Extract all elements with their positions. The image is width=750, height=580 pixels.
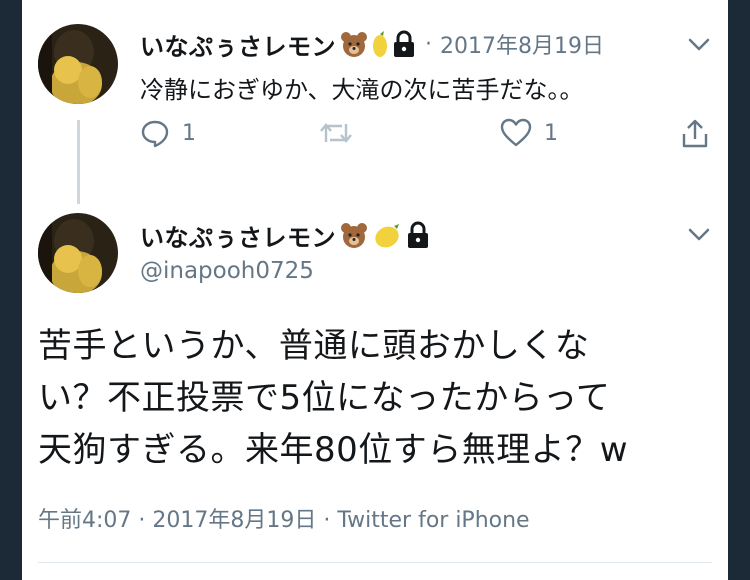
separator: · xyxy=(425,31,432,57)
chevron-down-icon[interactable] xyxy=(688,228,710,242)
bear-face-icon xyxy=(339,29,369,59)
tweet-text-line: い？不正投票で5位になったからって xyxy=(38,378,611,418)
heart-icon xyxy=(500,118,532,147)
like-button[interactable]: 1 xyxy=(500,118,558,148)
lock-icon xyxy=(391,30,417,58)
lock-icon xyxy=(405,221,431,249)
tweet-text-line: 天狗すぎる。来年80位すら無理よ？w xyxy=(38,430,629,470)
reply-button[interactable]: 1 xyxy=(140,118,196,148)
avatar[interactable] xyxy=(38,24,118,104)
tweet-text-line: 苦手というか、普通に頭おかしくな xyxy=(38,326,590,366)
display-name[interactable]: いなぷぅさレモン xyxy=(140,218,336,253)
divider xyxy=(38,562,712,563)
tweet-card: いなぷぅさレモン · 2017年8月19日 冷静におぎゆか、大滝の次に苦手だな。… xyxy=(22,0,728,580)
share-button[interactable] xyxy=(680,118,710,150)
reply-tweet-header: いなぷぅさレモン · 2017年8月19日 xyxy=(140,26,604,62)
retweet-icon xyxy=(320,123,352,143)
reply-tweet-text: 冷静におぎゆか、大滝の次に苦手だな。。 xyxy=(140,76,584,104)
avatar[interactable] xyxy=(38,213,118,293)
like-count: 1 xyxy=(544,120,558,146)
retweet-button[interactable] xyxy=(318,118,354,148)
chevron-down-icon[interactable] xyxy=(688,38,710,52)
tweet-timestamp-source[interactable]: 午前4:07 · 2017年8月19日 · Twitter for iPhone xyxy=(38,502,530,534)
tweet-actions: 1 1 xyxy=(140,118,720,152)
user-handle[interactable]: @inapooh0725 xyxy=(140,258,314,284)
lemon-icon xyxy=(372,220,402,250)
main-tweet-header: いなぷぅさレモン xyxy=(140,217,431,253)
share-icon xyxy=(682,119,708,148)
reply-count: 1 xyxy=(182,120,196,146)
thread-connector xyxy=(77,120,80,204)
bear-face-icon xyxy=(339,220,369,250)
lemon-icon xyxy=(372,29,388,59)
main-tweet-text: 苦手というか、普通に頭おかしくな い？不正投票で5位になったからって 天狗すぎる… xyxy=(38,320,718,476)
reply-icon xyxy=(141,120,169,148)
tweet-date[interactable]: 2017年8月19日 xyxy=(440,28,604,60)
display-name[interactable]: いなぷぅさレモン xyxy=(140,27,336,62)
